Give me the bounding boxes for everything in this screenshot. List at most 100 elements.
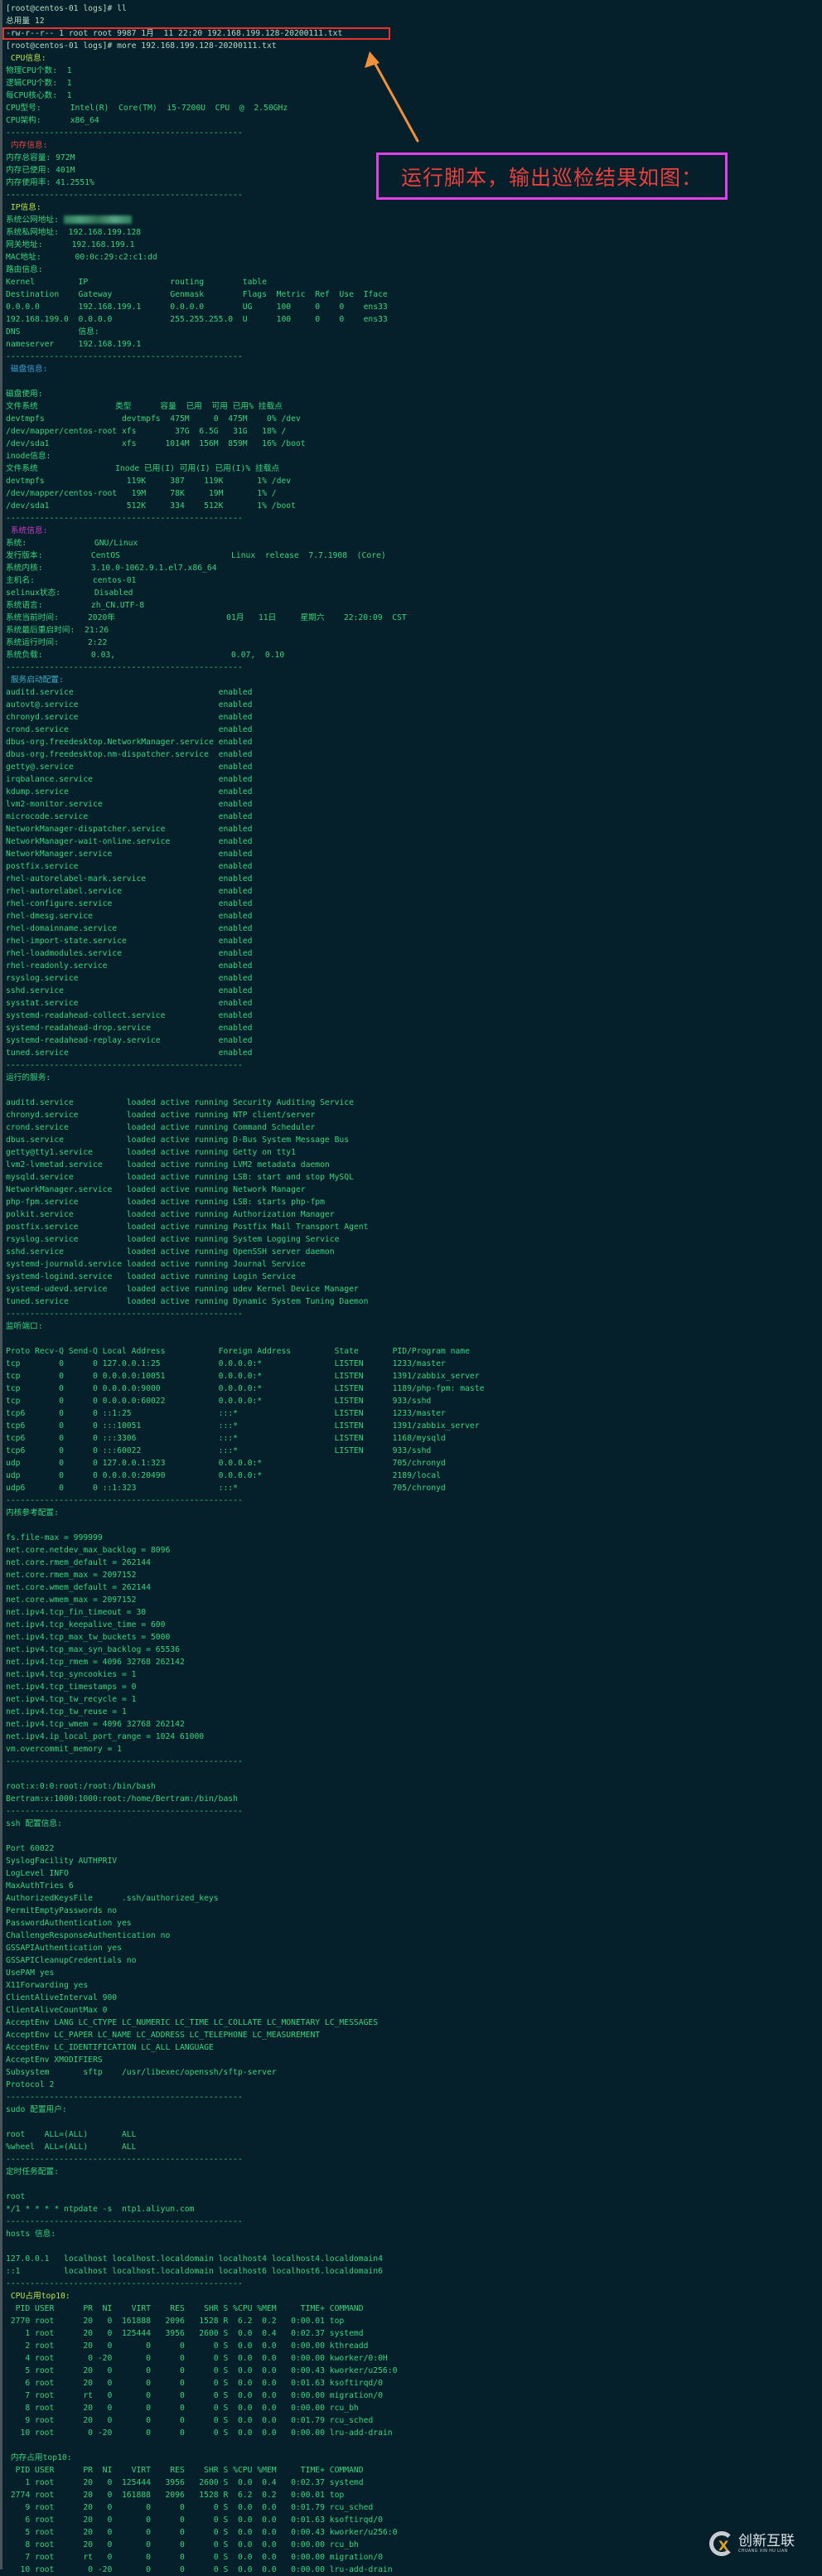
terminal-line: ClientAliveCountMax 0 [6, 2004, 818, 2017]
terminal-line-text: net.core.rmem_default = 262144 [6, 1558, 151, 1567]
terminal-line-text: NetworkManager.service enabled [6, 850, 253, 859]
terminal-line-text: /dev/mapper/centos-root xfs 37G 6.5G 31G… [6, 427, 287, 436]
terminal-line-text: net.ipv4.tcp_syncookies = 1 [6, 1670, 137, 1679]
terminal-line: NetworkManager.service loaded active run… [6, 1184, 818, 1196]
terminal-line-text: 系统语言: zh_CN.UTF-8 [6, 601, 145, 610]
terminal-line: systemd-readahead-replay.service enabled [6, 1034, 818, 1047]
terminal-line: Protocol 2 [6, 2079, 818, 2091]
terminal-line-text: X11Forwarding yes [6, 1981, 89, 1990]
terminal-line-text: net.ipv4.tcp_max_tw_buckets = 5000 [6, 1633, 171, 1642]
terminal-line: Destination Gateway Genmask Flags Metric… [6, 288, 818, 301]
terminal-line: rsyslog.service loaded active running Sy… [6, 1233, 818, 1246]
separator-line: ----------------------------------------… [6, 1805, 818, 1818]
terminal-line: SyslogFacility AUTHPRIV [6, 1855, 818, 1867]
terminal-line-text: tcp 0 0 0.0.0.0:9000 0.0.0.0:* LISTEN 11… [6, 1384, 485, 1393]
terminal-line-text: /dev/mapper/centos-root 19M 78K 19M 1% / [6, 489, 277, 498]
terminal-line-text: php-fpm.service loaded active running LS… [6, 1198, 325, 1207]
terminal-line-text: 系统运行时间: 2:22 [6, 638, 108, 647]
terminal-line: net.ipv4.ip_local_port_range = 1024 6100… [6, 1731, 818, 1743]
terminal-line: AcceptEnv XMODIFIERS [6, 2054, 818, 2066]
terminal-line: PermitEmptyPasswords no [6, 1905, 818, 1917]
terminal-line: ::1 localhost localhost.localdomain loca… [6, 2265, 818, 2278]
terminal-line-text: rhel-autorelabel-mark.service enabled [6, 874, 253, 884]
terminal-line-text: ChallengeResponseAuthentication no [6, 1931, 171, 1940]
terminal-line: CPU占用top10: [6, 2290, 818, 2302]
terminal-line-text: ClientAliveInterval 900 [6, 1993, 118, 2002]
terminal-line-text: postfix.service enabled [6, 862, 253, 871]
terminal-line-text: 7 root rt 0 0 0 0 S 0.0 0.0 0:00.00 migr… [6, 2391, 383, 2400]
terminal-line-text: tcp 0 0 0.0.0.0:60022 0.0.0.0:* LISTEN 9… [6, 1397, 432, 1406]
window-edge [0, 0, 2, 2569]
terminal-line-text: sysstat.service enabled [6, 999, 253, 1008]
terminal-line-text: rsyslog.service enabled [6, 974, 253, 983]
watermark-logo: X 创新互联 CHUANG XIN HU LIAN [709, 2531, 795, 2556]
terminal-line-text: rhel-readonly.service enabled [6, 961, 253, 971]
terminal-line-text: 文件系统 Inode 已用(I) 可用(I) 已用(I)% 挂载点 [6, 464, 280, 473]
terminal-line-text: hosts 信息: [6, 2230, 56, 2239]
terminal-line: udp 0 0 127.0.0.1:323 0.0.0.0:* 705/chro… [6, 1457, 818, 1470]
terminal-line-text: 内核参考配置: [6, 1508, 59, 1518]
terminal-line: tcp 0 0 127.0.0.1:25 0.0.0.0:* LISTEN 12… [6, 1358, 818, 1370]
terminal-line: 8 root 20 0 0 0 0 S 0.0 0.0 0:00.00 rcu_… [6, 2402, 818, 2414]
terminal-line-text: PermitEmptyPasswords no [6, 1906, 118, 1915]
terminal-line-text: devtmpfs devtmpfs 475M 0 475M 0% /dev [6, 414, 301, 424]
terminal-line-text: CPU占用top10: [6, 2292, 70, 2301]
terminal-line-text: 系统私网地址: 192.168.199.128 [6, 228, 142, 237]
terminal-line: getty@.service enabled [6, 761, 818, 773]
terminal-line-text: 1 root 20 0 125444 3956 2600 S 0.0 0.4 0… [6, 2478, 364, 2487]
terminal-line-text: lvm2-monitor.service enabled [6, 800, 253, 809]
terminal-line-text: sshd.service enabled [6, 986, 253, 995]
terminal-line-text: AcceptEnv LANG LC_CTYPE LC_NUMERIC LC_TI… [6, 2018, 379, 2027]
terminal-line-text: /dev/sda1 xfs 1014M 156M 859M 16% /boot [6, 439, 306, 448]
terminal-line: 6 root 20 0 0 0 0 S 0.0 0.0 0:01.63 ksof… [6, 2514, 818, 2526]
terminal-output[interactable]: [root@centos-01 logs]# ll 总用量 12 -rw-r--r-… [6, 2, 818, 2576]
terminal-line-text: vm.overcommit_memory = 1 [6, 1745, 122, 1754]
terminal-line: net.ipv4.tcp_rmem = 4096 32768 262142 [6, 1656, 818, 1668]
terminal-line-text: net.ipv4.tcp_wmem = 4096 32768 262142 [6, 1720, 185, 1729]
terminal-line-text: root:x:0:0:root:/root:/bin/bash [6, 1782, 156, 1791]
terminal-line: AuthorizedKeysFile .ssh/authorized_keys [6, 1892, 818, 1905]
terminal-line-text: tcp6 0 0 :::60022 :::* LISTEN 933/sshd [6, 1446, 432, 1455]
terminal-line: systemd-readahead-drop.service enabled [6, 1022, 818, 1034]
terminal-line-text: 192.168.199.0 0.0.0.0 255.255.255.0 U 10… [6, 315, 388, 324]
terminal-line-text: ----------------------------------------… [6, 1807, 243, 1816]
terminal-line: fs.file-max = 999999 [6, 1532, 818, 1544]
terminal-line-text: irqbalance.service enabled [6, 775, 253, 784]
terminal-line-text: ClientAliveCountMax 0 [6, 2006, 108, 2015]
terminal-line: net.ipv4.tcp_keepalive_time = 600 [6, 1619, 818, 1631]
terminal-line-text: net.ipv4.ip_local_port_range = 1024 6100… [6, 1732, 205, 1741]
separator-line: ----------------------------------------… [6, 1494, 818, 1507]
terminal-line: ClientAliveInterval 900 [6, 1992, 818, 2004]
terminal-line-text: 内存使用率: 41.2551% [6, 178, 94, 187]
terminal-line: 系统信息: [6, 525, 818, 537]
terminal-line: 系统公网地址: [6, 214, 818, 226]
terminal-line: vm.overcommit_memory = 1 [6, 1743, 818, 1755]
terminal-line: 9 root 20 0 0 0 0 S 0.0 0.0 0:01.79 rcu_… [6, 2501, 818, 2514]
terminal-line-text: net.ipv4.tcp_rmem = 4096 32768 262142 [6, 1658, 185, 1667]
terminal-line-text: 内存已使用: 401M [6, 166, 75, 175]
terminal-line: 5 root 20 0 0 0 0 S 0.0 0.0 0:00.43 kwor… [6, 2526, 818, 2539]
terminal-line-text: 系统公网地址: [6, 215, 59, 225]
terminal-line: 系统运行时间: 2:22 [6, 637, 818, 649]
terminal-line-text: 7 root rt 0 0 0 0 S 0.0 0.0 0:00.00 migr… [6, 2553, 383, 2562]
terminal-line-text: 5 root 20 0 0 0 0 S 0.0 0.0 0:00.43 kwor… [6, 2528, 398, 2537]
terminal-line-text: selinux状态: Disabled [6, 588, 133, 598]
terminal-line-text: AcceptEnv XMODIFIERS [6, 2055, 103, 2065]
terminal-line: 1 root 20 0 125444 3956 2600 S 0.0 0.4 0… [6, 2327, 818, 2340]
terminal-line-text: 8 root 20 0 0 0 0 S 0.0 0.0 0:00.00 rcu_… [6, 2540, 359, 2549]
terminal-line-text: lvm2-lvmetad.service loaded active runni… [6, 1160, 330, 1169]
terminal-line: rhel-domainname.service enabled [6, 922, 818, 935]
terminal-line-text: NetworkManager-wait-online.service enabl… [6, 837, 253, 846]
terminal-line: rhel-readonly.service enabled [6, 960, 818, 972]
terminal-line-text: net.ipv4.tcp_fin_timeout = 30 [6, 1608, 147, 1617]
terminal-line-text: 主机名: centos-01 [6, 576, 137, 585]
terminal-line: php-fpm.service loaded active running LS… [6, 1196, 818, 1208]
terminal-line-text: mysqld.service loaded active running LSB… [6, 1173, 354, 1182]
terminal-line: /dev/sda1 xfs 1014M 156M 859M 16% /boot [6, 438, 818, 450]
terminal-line: GSSAPICleanupCredentials no [6, 1954, 818, 1967]
terminal-line: polkit.service loaded active running Aut… [6, 1208, 818, 1221]
terminal-line: postfix.service loaded active running Po… [6, 1221, 818, 1233]
terminal-line: 10 root 0 -20 0 0 0 S 0.0 0.0 0:00.00 lr… [6, 2564, 818, 2576]
